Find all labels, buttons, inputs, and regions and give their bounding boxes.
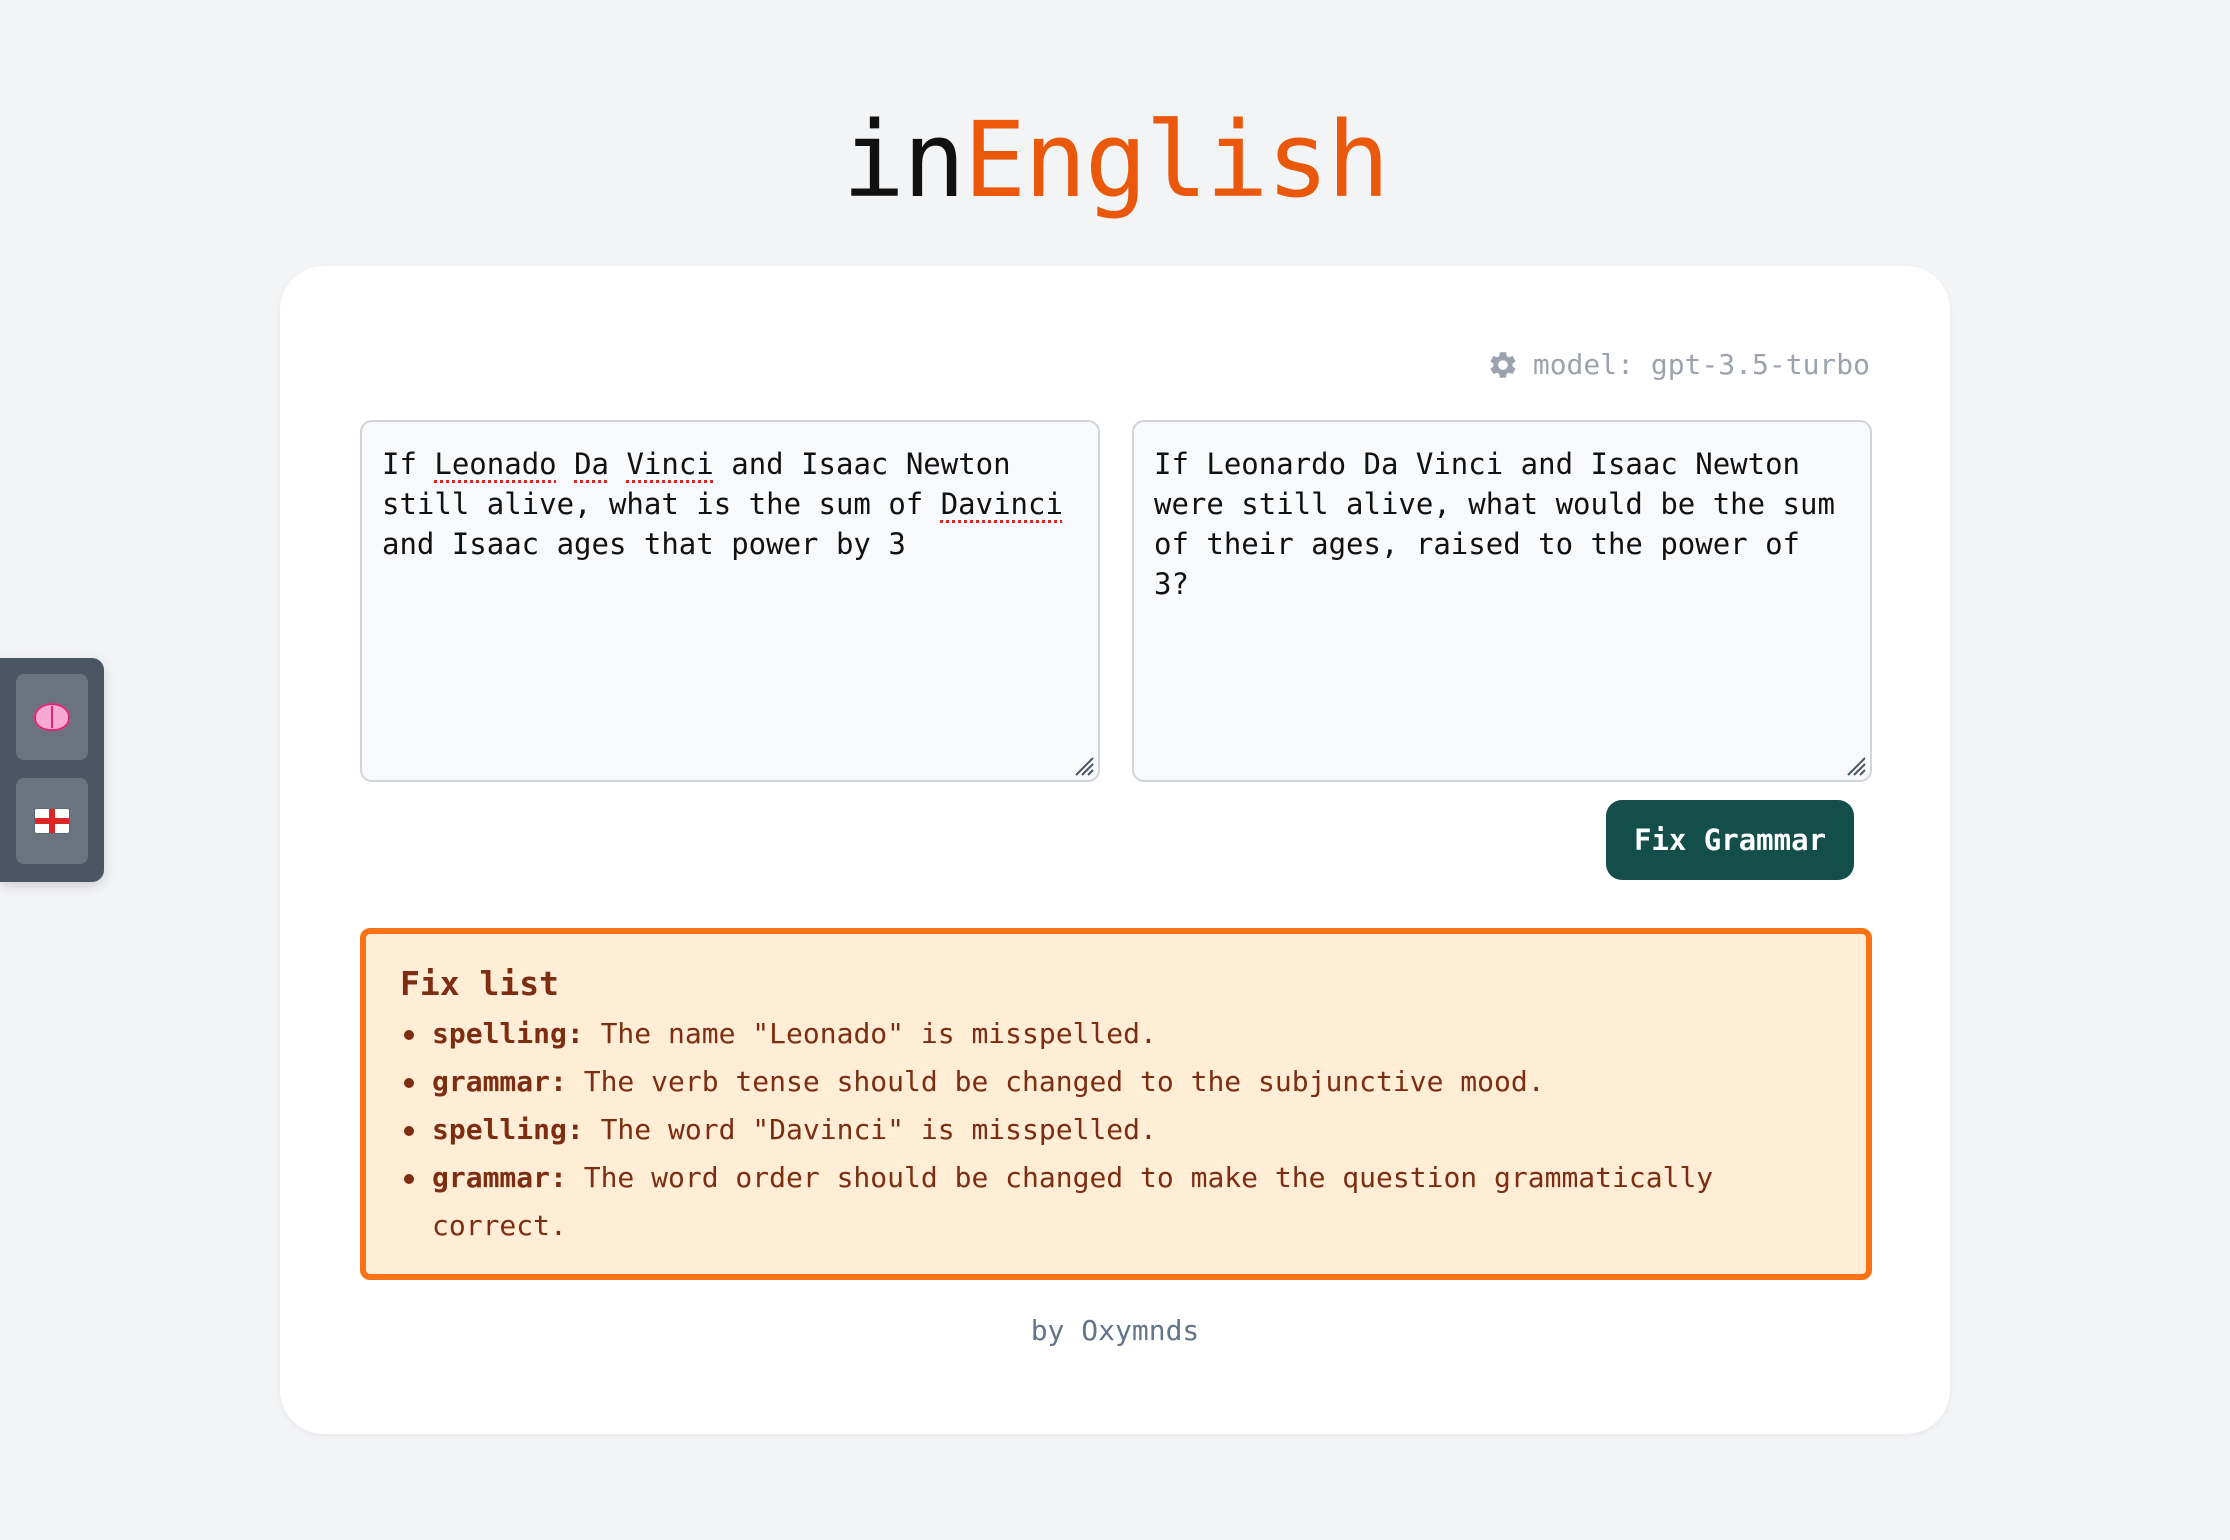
- footer-credit: by Oxymnds: [1030, 1314, 1200, 1347]
- resize-handle-icon[interactable]: [1844, 754, 1866, 776]
- main-card: model: gpt-3.5-turbo If Leonado Da Vinci…: [280, 266, 1950, 1434]
- side-dock: [0, 658, 104, 882]
- language-button[interactable]: [16, 778, 88, 864]
- fix-description: The word "Davinci" is misspelled.: [583, 1113, 1157, 1146]
- fix-grammar-button[interactable]: Fix Grammar: [1606, 800, 1854, 880]
- brain-mode-button[interactable]: [16, 674, 88, 760]
- fix-description: The name "Leonado" is misspelled.: [583, 1017, 1157, 1050]
- misspelled-word: Da: [574, 447, 609, 481]
- fix-list-item: spelling: The name "Leonado" is misspell…: [400, 1010, 1832, 1058]
- resize-handle-icon[interactable]: [1072, 754, 1094, 776]
- fix-list-panel: Fix list spelling: The name "Leonado" is…: [360, 928, 1872, 1280]
- misspelled-word: Vinci: [626, 447, 714, 481]
- app-title-prefix: in: [842, 99, 965, 221]
- model-label: model: gpt-3.5-turbo: [1532, 348, 1870, 381]
- fix-description: The verb tense should be changed to the …: [566, 1065, 1545, 1098]
- input-text: [609, 447, 626, 481]
- brain-icon: [34, 703, 70, 731]
- fix-list-item: grammar: The word order should be change…: [400, 1154, 1832, 1250]
- input-text: and Isaac ages that power by 3: [382, 527, 906, 561]
- fix-description: The word order should be changed to make…: [432, 1161, 1714, 1242]
- gear-icon: [1490, 351, 1516, 378]
- app-title-accent: English: [963, 99, 1389, 221]
- model-selector[interactable]: model: gpt-3.5-turbo: [1487, 348, 1870, 381]
- fix-kind: spelling:: [432, 1113, 584, 1146]
- output-textarea[interactable]: If Leonardo Da Vinci and Isaac Newton we…: [1132, 420, 1872, 782]
- misspelled-word: Leonado: [434, 447, 557, 481]
- fix-kind: grammar:: [432, 1065, 567, 1098]
- input-text: If: [382, 447, 435, 481]
- app-title: inEnglish: [0, 100, 2230, 220]
- output-text: If Leonardo Da Vinci and Isaac Newton we…: [1154, 447, 1835, 601]
- fix-list-title: Fix list: [400, 964, 559, 1003]
- input-text: [557, 447, 574, 481]
- england-flag-icon: [35, 809, 69, 833]
- input-textarea[interactable]: If Leonado Da Vinci and Isaac Newton sti…: [360, 420, 1100, 782]
- fix-list-item: spelling: The word "Davinci" is misspell…: [400, 1106, 1832, 1154]
- misspelled-word: Davinci: [940, 487, 1063, 521]
- fix-kind: grammar:: [432, 1161, 567, 1194]
- fix-list: spelling: The name "Leonado" is misspell…: [400, 1010, 1832, 1250]
- fix-list-item: grammar: The verb tense should be change…: [400, 1058, 1832, 1106]
- fix-kind: spelling:: [432, 1017, 584, 1050]
